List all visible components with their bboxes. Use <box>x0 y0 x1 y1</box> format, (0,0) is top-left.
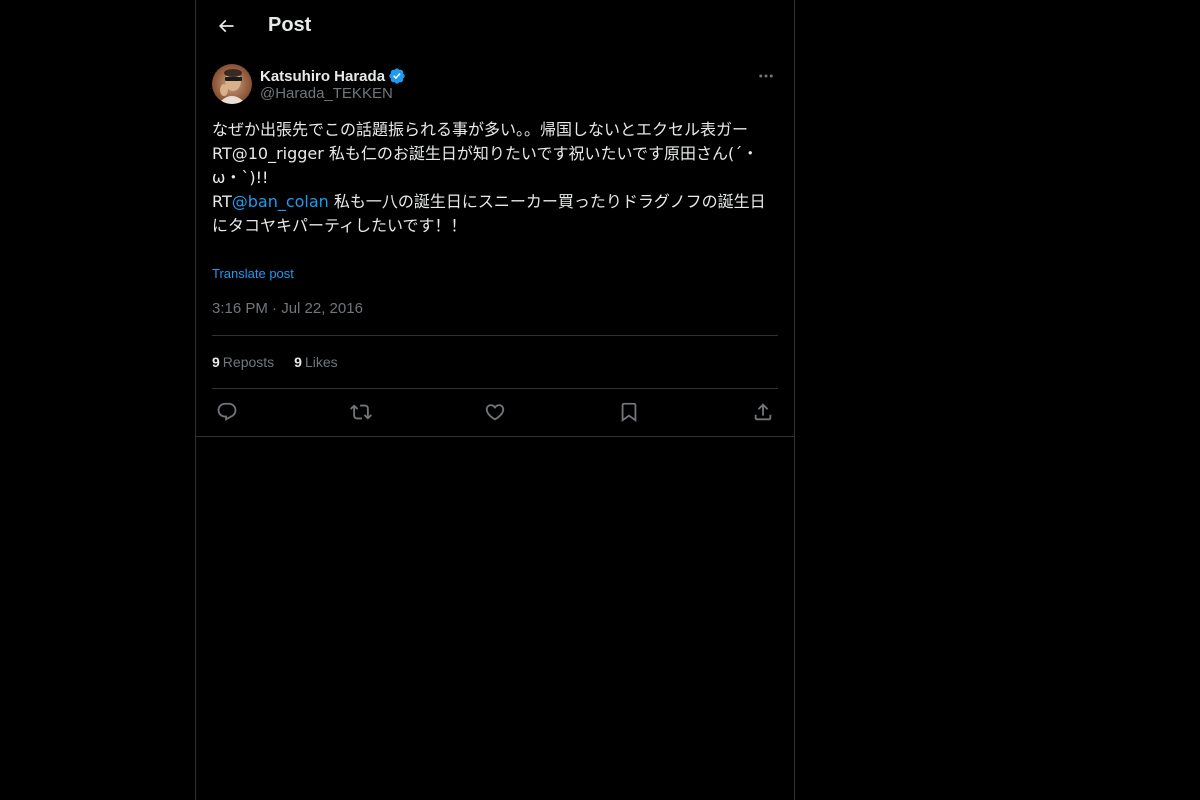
reply-icon <box>217 402 237 421</box>
share-button[interactable] <box>748 400 778 424</box>
heart-icon <box>485 404 505 421</box>
mention-link[interactable]: @ban_colan <box>232 192 329 211</box>
reposts-count: 9 <box>212 354 220 370</box>
bookmark-button[interactable] <box>614 400 644 424</box>
more-button[interactable] <box>754 64 778 88</box>
reposts-stat[interactable]: 9 Reposts <box>212 354 274 370</box>
avatar-image <box>212 64 252 104</box>
author-name-row[interactable]: Katsuhiro Harada <box>260 66 406 86</box>
post-text: なぜか出張先でこの話題振られる事が多い。。帰国しないとエクセル表ガー RT@10… <box>212 118 778 238</box>
more-horizontal-icon <box>759 74 773 78</box>
share-icon <box>754 403 772 421</box>
reply-button[interactable] <box>212 400 242 424</box>
author-handle[interactable]: @Harada_TEKKEN <box>260 85 393 102</box>
post-text-line: RT@ban_colan 私も一八の誕生日にスニーカー買ったりドラグノフの誕生日… <box>212 190 778 238</box>
translate-post-link[interactable]: Translate post <box>212 266 294 281</box>
repost-button[interactable] <box>346 400 376 424</box>
post-text-line: RT@10_rigger 私も仁のお誕生日が知りたいです祝いたいです原田さん(´… <box>212 144 759 187</box>
page-title: Post <box>268 14 312 36</box>
bookmark-icon <box>621 402 637 423</box>
likes-label: Likes <box>304 354 338 370</box>
divider <box>212 335 778 336</box>
verified-badge-icon[interactable] <box>388 67 406 85</box>
rt-prefix: RT <box>212 192 232 211</box>
action-bar <box>212 400 778 424</box>
arrow-left-icon <box>218 19 234 33</box>
post-bottom-border <box>196 436 794 437</box>
page-header: Post <box>196 0 794 53</box>
reposts-label: Reposts <box>222 354 275 370</box>
post-stats: 9 Reposts 9 Likes <box>212 354 338 370</box>
repost-icon <box>350 404 372 420</box>
post-column: Post Katsuhiro Harada @Harada_TEKKEN なぜか… <box>195 0 795 800</box>
divider <box>212 388 778 389</box>
like-button[interactable] <box>480 400 510 424</box>
post-timestamp[interactable]: 3:16 PM · Jul 22, 2016 <box>212 300 363 317</box>
likes-stat[interactable]: 9 Likes <box>294 354 337 370</box>
avatar[interactable] <box>212 64 252 104</box>
author-name[interactable]: Katsuhiro Harada <box>260 68 385 85</box>
post-text-line: なぜか出張先でこの話題振られる事が多い。。帰国しないとエクセル表ガー <box>212 120 749 139</box>
back-button[interactable] <box>208 8 244 44</box>
likes-count: 9 <box>294 354 302 370</box>
